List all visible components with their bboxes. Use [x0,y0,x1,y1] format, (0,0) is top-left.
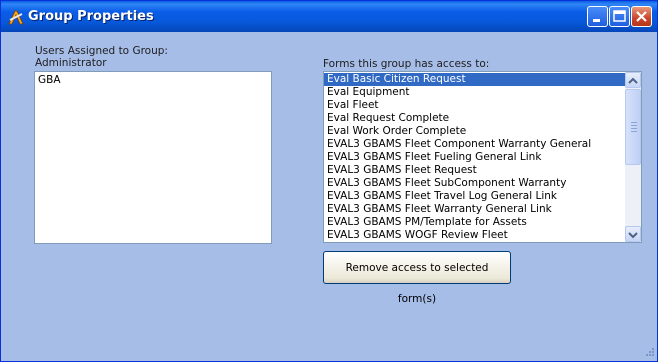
forms-listbox[interactable]: Eval Basic Citizen Request Eval Equipment… [323,71,642,243]
forms-access-label: Forms this group has access to: [323,58,490,70]
remove-access-button[interactable]: Remove access to selected form(s) [323,251,511,305]
form-list-item[interactable]: Eval Equipment [324,86,626,99]
scroll-down-icon [628,232,638,239]
form-list-item[interactable]: EVAL3 GBAMS PM/Template for Assets [324,216,626,229]
window-title: Group Properties [28,9,154,24]
form-list-item[interactable]: Eval Basic Citizen Request [324,73,626,86]
resize-grip-icon[interactable] [643,347,655,359]
scroll-up-icon [628,77,638,84]
form-list-item[interactable]: Eval Request Complete [324,112,626,125]
close-button[interactable] [631,6,652,27]
title-bar[interactable]: Group Properties [1,1,657,32]
users-listbox[interactable]: GBA [34,71,272,244]
maximize-button[interactable] [609,6,630,27]
form-list-item[interactable]: EVAL3 GBAMS Fleet Request [324,164,626,177]
form-list-item[interactable]: EVAL3 GBAMS Fleet Travel Log General Lin… [324,190,626,203]
forms-list: Eval Basic Citizen Request Eval Equipment… [324,72,626,242]
maximize-icon [613,10,626,22]
scroll-up-button[interactable] [625,72,641,88]
list-item[interactable]: GBA [35,74,271,87]
scroll-down-button[interactable] [625,226,641,242]
group-name-label: Administrator [35,57,107,69]
minimize-button[interactable] [587,6,608,27]
users-assigned-label: Users Assigned to Group: [35,45,168,57]
group-properties-window: Group Properties Users Assigned to Group… [0,0,658,362]
vertical-scrollbar[interactable] [625,72,641,242]
form-list-item[interactable]: Eval Fleet [324,99,626,112]
minimize-icon [593,19,600,22]
form-list-item[interactable]: EVAL3 GBAMS Fleet SubComponent Warranty [324,177,626,190]
form-list-item[interactable]: Eval Work Order Complete [324,125,626,138]
form-list-item[interactable]: EVAL3 GBAMS WOGF Review Fleet [324,229,626,242]
form-list-item[interactable]: EVAL3 GBAMS Fleet Fueling General Link [324,151,626,164]
form-list-item[interactable]: EVAL3 GBAMS Fleet Component Warranty Gen… [324,138,626,151]
scroll-thumb[interactable] [625,89,641,165]
close-icon [636,11,647,22]
form-list-item[interactable]: EVAL3 GBAMS Fleet Warranty General Link [324,203,626,216]
app-icon [8,10,24,25]
